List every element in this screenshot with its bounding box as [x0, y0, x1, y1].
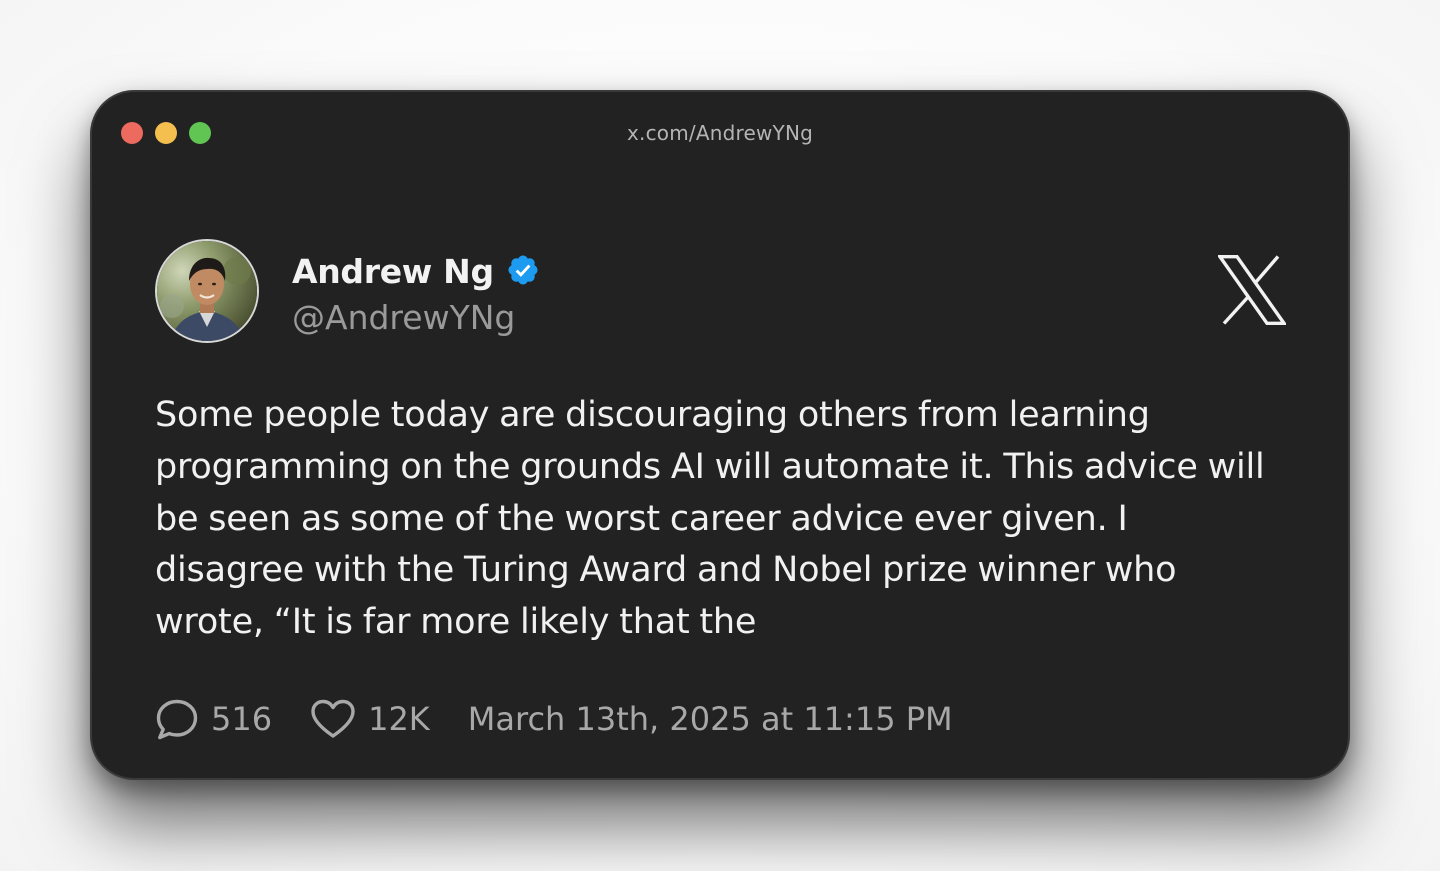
tweet-timestamp[interactable]: March 13th, 2025 at 11:15 PM [468, 700, 953, 738]
reply-count: 516 [211, 700, 273, 738]
tweet-footer: 516 12K March 13th, 2025 at 11:15 PM [155, 696, 953, 742]
reply-metric[interactable]: 516 [155, 697, 272, 741]
like-count: 12K [368, 700, 430, 738]
avatar-photo [157, 241, 257, 341]
url-label: x.com/AndrewYNg [626, 121, 814, 145]
author-row: Andrew Ng [292, 252, 540, 291]
browser-window: x.com/AndrewYNg Andrew Ng @AndrewYNg Som… [90, 90, 1350, 780]
author-handle[interactable]: @AndrewYNg [292, 298, 515, 337]
x-logo-icon[interactable] [1216, 255, 1288, 326]
verified-badge-icon [506, 253, 540, 291]
tweet-text: Some people today are discouraging other… [155, 395, 1265, 643]
heart-icon [310, 698, 356, 740]
like-metric[interactable]: 12K [310, 698, 430, 740]
speech-bubble-icon [155, 697, 199, 741]
avatar[interactable] [155, 239, 259, 343]
author-name[interactable]: Andrew Ng [292, 252, 494, 291]
